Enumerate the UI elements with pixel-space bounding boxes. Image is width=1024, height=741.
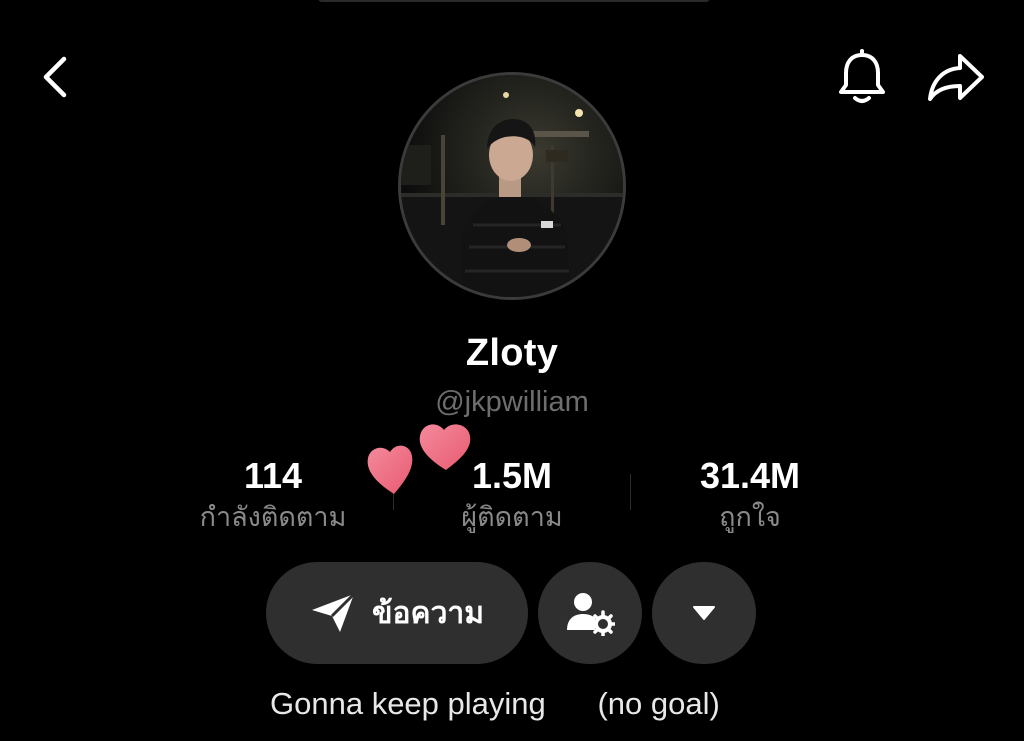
- share-button[interactable]: [924, 48, 988, 108]
- user-settings-icon: [567, 593, 615, 636]
- chevron-left-icon: [43, 56, 67, 98]
- heart-stickers-icon: [367, 424, 471, 494]
- bell-icon: [839, 49, 885, 103]
- caret-down-icon: [693, 606, 715, 620]
- status-bar-notch: [318, 0, 710, 2]
- message-button-label: ข้อความ: [371, 596, 485, 630]
- message-button[interactable]: ข้อความ: [266, 562, 528, 664]
- share-arrow-icon: [928, 54, 984, 101]
- bio-text: Gonna keep playing (no goal): [270, 686, 720, 721]
- profile-page: Zloty @jkpwilliam 114 กำลังติดตาม 1.5M ผ…: [0, 0, 1024, 741]
- likes-count: 31.4M: [699, 455, 801, 496]
- notification-bell-button[interactable]: [832, 48, 892, 108]
- likes-label: ถูกใจ: [719, 502, 781, 532]
- avatar[interactable]: [398, 72, 626, 300]
- followers-label: ผู้ติดตาม: [461, 502, 563, 532]
- back-button[interactable]: [30, 50, 80, 104]
- friend-settings-button[interactable]: [538, 562, 642, 664]
- stat-divider: [630, 474, 631, 510]
- likes-stat[interactable]: 31.4M ถูกใจ: [660, 452, 840, 534]
- following-label: กำลังติดตาม: [199, 502, 347, 532]
- following-stat[interactable]: 114 กำลังติดตาม: [180, 452, 366, 534]
- username-handle: @jkpwilliam: [435, 386, 589, 418]
- following-count: 114: [243, 455, 303, 496]
- profile-photo: [401, 75, 623, 297]
- send-icon: [311, 592, 356, 632]
- display-name: Zloty: [465, 332, 559, 374]
- more-options-button[interactable]: [652, 562, 756, 664]
